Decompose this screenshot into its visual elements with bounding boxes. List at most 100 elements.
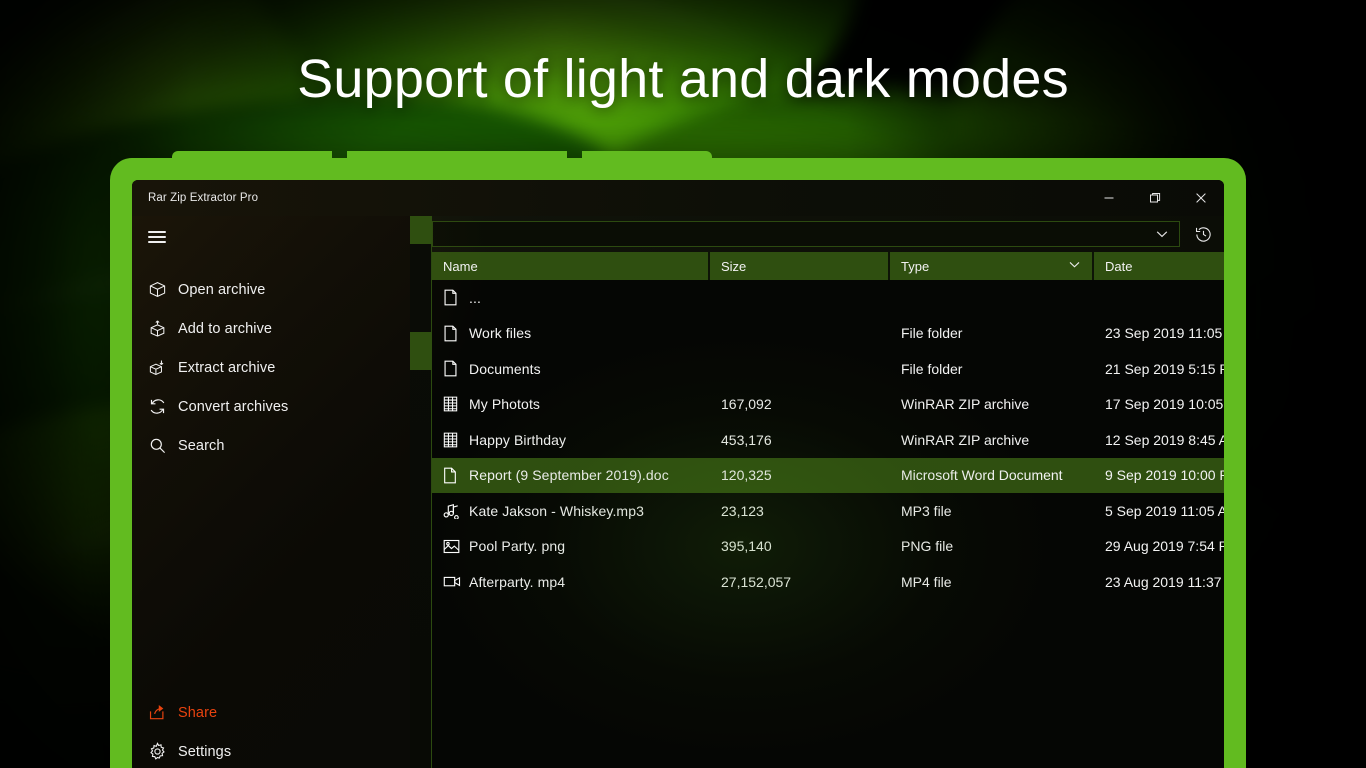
cell-size bbox=[710, 316, 890, 352]
file-type: MP3 file bbox=[901, 502, 952, 519]
folder-icon bbox=[443, 325, 469, 342]
cell-name: My Photots bbox=[432, 387, 710, 423]
cell-size bbox=[710, 280, 890, 316]
tree-panel-header bbox=[410, 216, 432, 244]
table-row[interactable]: Report (9 September 2019).doc 120,325 Micr… bbox=[432, 457, 1224, 494]
table-row[interactable]: ... bbox=[432, 280, 1224, 316]
file-date: 5 Sep 2019 11:05 AM bbox=[1105, 502, 1224, 519]
headline-text: Support of light and dark modes bbox=[297, 49, 1069, 109]
file-name: Happy Birthday bbox=[469, 431, 567, 448]
table-row[interactable]: Work files File folder 23 Sep 2019 11:05 A… bbox=[432, 316, 1224, 352]
cell-type: File folder bbox=[890, 351, 1094, 387]
cell-type: WinRAR ZIP archive bbox=[890, 387, 1094, 423]
file-type: WinRAR ZIP archive bbox=[901, 431, 1030, 448]
file-size: 395,140 bbox=[721, 538, 772, 555]
sidebar-bottom-list: Share Settings bbox=[132, 693, 410, 768]
file-type: Microsoft Word Document bbox=[901, 467, 1063, 484]
file-date: 12 Sep 2019 8:45 AM bbox=[1105, 431, 1224, 448]
cell-type: Microsoft Word Document bbox=[890, 458, 1094, 494]
sidebar-item-add-to-archive[interactable]: Add to archive bbox=[132, 309, 410, 348]
chevron-down-icon[interactable] bbox=[1145, 226, 1179, 242]
history-icon[interactable] bbox=[1186, 217, 1220, 251]
cell-date: 9 Sep 2019 10:00 PM bbox=[1094, 458, 1224, 494]
minimize-button[interactable] bbox=[1086, 180, 1132, 216]
cell-name: Work files bbox=[432, 316, 710, 352]
sidebar-item-settings[interactable]: Settings bbox=[132, 732, 410, 768]
cell-date: 5 Sep 2019 11:05 AM bbox=[1094, 493, 1224, 529]
document-icon bbox=[443, 467, 469, 484]
search-icon bbox=[148, 436, 178, 455]
hamburger-menu-button[interactable] bbox=[132, 216, 410, 258]
close-button[interactable] bbox=[1178, 180, 1224, 216]
table-row[interactable]: Kate Jakson - Whiskey.mp3 23,123 MP3 file 5… bbox=[432, 493, 1224, 529]
sidebar-item-label: Open archive bbox=[178, 281, 266, 298]
column-header-label: Size bbox=[721, 258, 747, 274]
tree-panel-selected-node[interactable] bbox=[410, 332, 432, 370]
gear-icon bbox=[148, 742, 178, 761]
cell-name: Documents bbox=[432, 351, 710, 387]
cell-type bbox=[890, 280, 1094, 316]
cell-name: Pool Party. png bbox=[432, 529, 710, 565]
chevron-down-icon[interactable] bbox=[1067, 257, 1082, 275]
sidebar-item-label: Extract archive bbox=[178, 359, 276, 376]
sidebar-item-convert-archives[interactable]: Convert archives bbox=[132, 387, 410, 426]
cell-name: ... bbox=[432, 280, 710, 316]
file-table: Name Size Type Date ... Work files File folde… bbox=[432, 252, 1224, 768]
sidebar-item-label: Settings bbox=[178, 743, 232, 760]
sidebar-item-search[interactable]: Search bbox=[132, 426, 410, 465]
cell-name: Kate Jakson - Whiskey.mp3 bbox=[432, 493, 710, 529]
file-name: Pool Party. png bbox=[469, 538, 566, 555]
box-add-icon bbox=[148, 319, 178, 338]
address-combobox[interactable] bbox=[432, 221, 1180, 247]
sidebar-item-share[interactable]: Share bbox=[132, 693, 410, 732]
file-size: 453,176 bbox=[721, 431, 772, 448]
video-icon bbox=[443, 575, 469, 588]
cell-date: 23 Aug 2019 11:37 AM bbox=[1094, 564, 1224, 600]
column-header-label: Type bbox=[901, 258, 930, 274]
tree-panel-strip[interactable] bbox=[410, 216, 432, 768]
sidebar-item-label: Add to archive bbox=[178, 320, 273, 337]
folder-icon bbox=[443, 360, 469, 377]
file-name: Afterparty. mp4 bbox=[469, 573, 566, 590]
laptop-screen: Rar Zip Extractor Pro Open archive Add t… bbox=[132, 180, 1224, 768]
column-header-size[interactable]: Size bbox=[710, 252, 890, 280]
file-name: Documents bbox=[469, 360, 541, 377]
table-row[interactable]: Afterparty. mp4 27,152,057 MP4 file 23 Aug … bbox=[432, 564, 1224, 600]
cell-type: File folder bbox=[890, 316, 1094, 352]
archive-icon bbox=[443, 396, 469, 412]
folder-up-icon bbox=[443, 289, 469, 306]
cell-date: 23 Sep 2019 11:05 AM bbox=[1094, 316, 1224, 352]
title-bar: Rar Zip Extractor Pro bbox=[132, 180, 1224, 216]
cell-date: 12 Sep 2019 8:45 AM bbox=[1094, 422, 1224, 458]
cell-type: WinRAR ZIP archive bbox=[890, 422, 1094, 458]
table-row[interactable]: Documents File folder 21 Sep 2019 5:15 PM bbox=[432, 351, 1224, 387]
sidebar-item-open-archive[interactable]: Open archive bbox=[132, 270, 410, 309]
column-header-date[interactable]: Date bbox=[1094, 252, 1224, 280]
box-extract-icon bbox=[148, 358, 178, 377]
file-name: ... bbox=[469, 289, 481, 306]
file-name: Work files bbox=[469, 325, 532, 342]
file-type: File folder bbox=[901, 360, 963, 377]
sidebar-item-extract-archive[interactable]: Extract archive bbox=[132, 348, 410, 387]
file-size: 120,325 bbox=[721, 467, 772, 484]
file-name: Kate Jakson - Whiskey.mp3 bbox=[469, 502, 644, 519]
table-row[interactable]: Pool Party. png 395,140 PNG file 29 Aug 201… bbox=[432, 529, 1224, 565]
image-icon bbox=[443, 539, 469, 554]
cell-name: Report (9 September 2019).doc bbox=[432, 458, 710, 494]
maximize-button[interactable] bbox=[1132, 180, 1178, 216]
file-type: MP4 file bbox=[901, 573, 952, 590]
file-date: 29 Aug 2019 7:54 PM bbox=[1105, 538, 1224, 555]
sidebar: Open archive Add to archive Extract arch… bbox=[132, 216, 410, 768]
table-row[interactable]: Happy Birthday 453,176 WinRAR ZIP archive 1… bbox=[432, 422, 1224, 458]
cell-type: MP3 file bbox=[890, 493, 1094, 529]
cell-size bbox=[710, 351, 890, 387]
table-row[interactable]: My Photots 167,092 WinRAR ZIP archive 17 Se… bbox=[432, 387, 1224, 423]
cell-date: 29 Aug 2019 7:54 PM bbox=[1094, 529, 1224, 565]
column-header-name[interactable]: Name bbox=[432, 252, 710, 280]
file-size: 27,152,057 bbox=[721, 573, 792, 590]
column-header-label: Date bbox=[1105, 258, 1133, 274]
file-type: PNG file bbox=[901, 538, 954, 555]
sidebar-item-label: Share bbox=[178, 704, 218, 721]
screenshot-stage: Support of light and dark modes Rar Zip … bbox=[0, 0, 1366, 768]
column-header-type[interactable]: Type bbox=[890, 252, 1094, 280]
